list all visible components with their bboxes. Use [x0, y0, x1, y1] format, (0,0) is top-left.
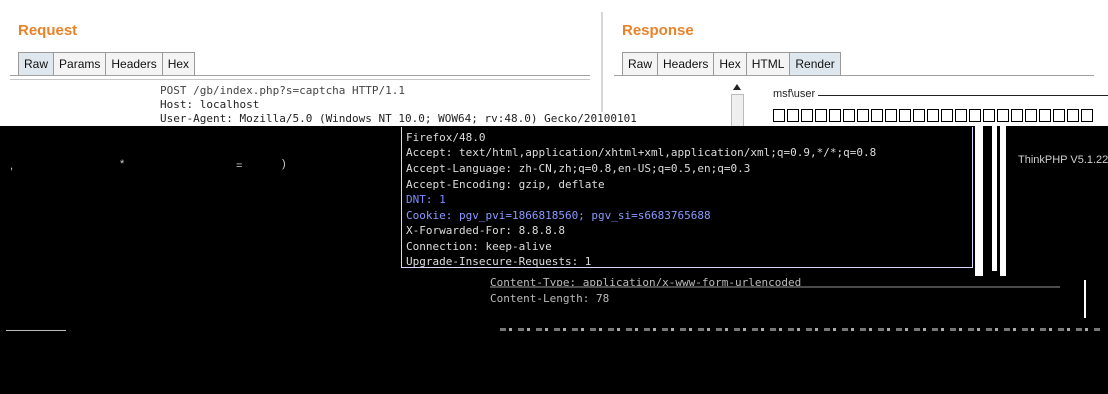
response-tab-underline — [614, 75, 1094, 76]
glitch-dot: * — [120, 158, 125, 170]
header-line: Firefox/48.0 — [406, 131, 486, 144]
response-title: Response — [622, 22, 694, 39]
header-line: Accept: text/html,application/xhtml+xml,… — [406, 146, 877, 159]
panel-divider[interactable] — [601, 12, 603, 112]
render-rule — [818, 95, 1108, 96]
render-glyph-row — [773, 107, 1095, 125]
glitch-white-bar — [975, 126, 983, 276]
tab-hex[interactable]: Hex — [161, 52, 196, 76]
header-line: Connection: keep-alive — [406, 240, 552, 253]
glitch-dot: ) — [282, 158, 286, 170]
request-title: Request — [18, 22, 78, 39]
request-tabs: Raw Params Headers Hex — [18, 52, 196, 76]
header-line: Accept-Encoding: gzip, deflate — [406, 178, 605, 191]
header-line: DNT: 1 — [406, 193, 446, 206]
request-user-agent: User-Agent: Mozilla/5.0 (Windows NT 10.0… — [160, 112, 637, 125]
header-line: Cookie: pgv_pvi=1866818560; pgv_si=s6683… — [406, 209, 711, 222]
request-line: POST /gb/index.php?s=captcha HTTP/1.1 — [160, 84, 406, 97]
tab-headers[interactable]: Headers — [657, 52, 714, 76]
glitch-rule — [490, 286, 1060, 288]
glitch-white-bar — [1084, 280, 1086, 318]
response-tabs: Raw Headers Hex HTML Render — [622, 52, 841, 76]
right-text: ThinkPHP V5.1.22 — [1018, 154, 1108, 166]
glitch-white-bar — [1000, 126, 1006, 276]
request-header-terminal: Firefox/48.0 Accept: text/html,applicati… — [401, 127, 973, 268]
glitch-dot: = — [236, 160, 243, 172]
render-text: msf\user — [773, 88, 816, 100]
header-line: X-Forwarded-For: 8.8.8.8 — [406, 224, 565, 237]
scroll-up-icon[interactable] — [733, 84, 741, 90]
header-line: Accept-Language: zh-CN,zh;q=0.8,en-US;q=… — [406, 162, 751, 175]
tab-html[interactable]: HTML — [745, 52, 790, 76]
response-scrollbar[interactable] — [731, 94, 744, 130]
tab-params[interactable]: Params — [53, 52, 106, 76]
glitch-noise-strip — [500, 328, 1100, 331]
request-host: Host: localhost — [160, 98, 260, 111]
tab-headers[interactable]: Headers — [105, 52, 162, 76]
request-editor-border — [10, 79, 590, 80]
glitch-white-bar — [992, 126, 997, 271]
tab-raw[interactable]: Raw — [622, 52, 658, 76]
header-line: Upgrade-Insecure-Requests: 1 — [406, 255, 592, 268]
glitch-dot: , — [10, 160, 14, 172]
request-tab-underline — [10, 75, 590, 76]
tab-hex[interactable]: Hex — [713, 52, 746, 76]
tab-raw[interactable]: Raw — [18, 52, 54, 76]
glitch-rule — [6, 330, 66, 331]
tab-render[interactable]: Render — [789, 52, 841, 76]
content-length-line: Content-Length: 78 — [490, 292, 610, 305]
